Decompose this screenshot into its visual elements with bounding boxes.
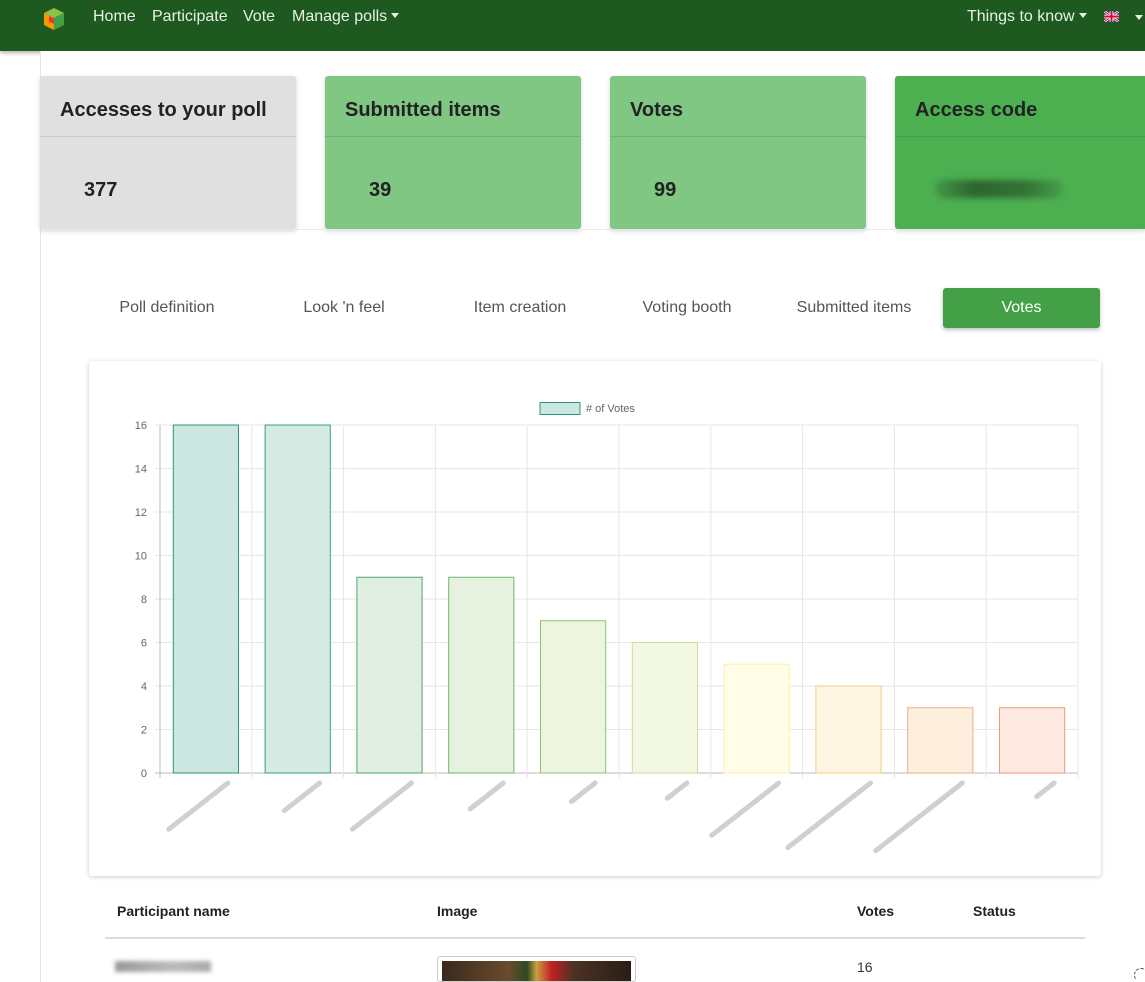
loading-spinner-icon: [1134, 968, 1145, 982]
x-tick-label-redacted: [1034, 780, 1057, 800]
y-tick-label: 2: [141, 725, 147, 737]
y-tick-label: 0: [141, 768, 147, 780]
tab-votes[interactable]: Votes: [943, 288, 1100, 328]
bar-3[interactable]: [356, 576, 423, 774]
chevron-down-icon: [391, 13, 400, 18]
y-tick-label: 6: [141, 638, 147, 650]
uk-flag-icon[interactable]: [1104, 11, 1119, 22]
col-header-votes[interactable]: Votes: [857, 903, 894, 919]
tab-voting-booth[interactable]: Voting booth: [612, 288, 762, 328]
item-image-thumbnail[interactable]: [437, 956, 636, 982]
nav-manage-polls-dropdown[interactable]: Manage polls: [292, 8, 400, 26]
chevron-down-icon: [1078, 13, 1087, 18]
col-header-participant[interactable]: Participant name: [117, 903, 230, 919]
votes-card-value: 99: [654, 179, 677, 201]
item-image: [442, 961, 631, 981]
language-chevron-down-icon[interactable]: [1135, 15, 1143, 20]
access-code-value-redacted: [935, 180, 1063, 198]
nav-home-link[interactable]: Home: [93, 8, 136, 26]
legend-label: # of Votes: [586, 403, 635, 415]
tab-look-n-feel[interactable]: Look 'n feel: [269, 288, 419, 328]
bar-9[interactable]: [907, 707, 974, 774]
y-tick-label: 4: [141, 681, 147, 693]
manage-polls-label: Manage polls: [292, 8, 388, 25]
cube-logo-icon[interactable]: [43, 7, 65, 31]
votes-card: Votes 99: [610, 76, 866, 229]
x-tick-label-redacted: [281, 780, 323, 814]
col-header-status[interactable]: Status: [973, 903, 1016, 919]
y-tick-label: 12: [135, 507, 147, 519]
access-code-card-title: Access code: [895, 76, 1145, 137]
things-to-know-label: Things to know: [967, 8, 1075, 25]
x-tick-label-redacted: [664, 780, 690, 801]
access-code-card: Access code: [895, 76, 1145, 229]
bar-4[interactable]: [448, 576, 515, 774]
x-tick-label-redacted: [785, 780, 873, 851]
row-votes-value: 16: [857, 959, 873, 975]
accesses-card: Accesses to your poll 377: [40, 76, 296, 229]
y-tick-label: 10: [135, 551, 147, 563]
bar-8[interactable]: [815, 685, 882, 774]
table-header-divider: [105, 937, 1085, 939]
x-tick-label-redacted: [873, 780, 965, 854]
bar-6[interactable]: [631, 642, 698, 774]
bar-1[interactable]: [172, 424, 239, 774]
x-tick-label-redacted: [349, 780, 414, 832]
x-tick-label-redacted: [467, 780, 506, 812]
x-tick-label-redacted: [166, 780, 231, 832]
y-tick-label: 8: [141, 594, 147, 606]
submitted-items-card: Submitted items 39: [325, 76, 581, 229]
votes-chart-panel: 0 2 4 6 8 10 12 14 16 # of Votes: [89, 361, 1101, 876]
submitted-items-card-title: Submitted items: [325, 76, 581, 137]
x-tick-label-redacted: [568, 780, 598, 804]
votes-bar-chart: 0 2 4 6 8 10 12 14 16 # of Votes: [135, 402, 1079, 854]
bar-5[interactable]: [540, 620, 607, 774]
nav-participate-link[interactable]: Participate: [152, 8, 228, 26]
nav-things-to-know-dropdown[interactable]: Things to know: [967, 8, 1087, 26]
nav-vote-link[interactable]: Vote: [243, 8, 275, 26]
votes-card-title: Votes: [610, 76, 866, 137]
legend-swatch[interactable]: [539, 402, 581, 415]
y-tick-label: 14: [135, 464, 147, 476]
tab-submitted-items[interactable]: Submitted items: [779, 288, 929, 328]
bar-10[interactable]: [999, 707, 1066, 774]
y-tick-label: 16: [135, 420, 147, 432]
submitted-items-card-value: 39: [369, 179, 392, 201]
bar-2[interactable]: [264, 424, 331, 774]
accesses-card-value: 377: [84, 179, 118, 201]
participant-name-redacted: [115, 961, 211, 972]
x-tick-label-redacted: [709, 780, 782, 838]
cards-divider: [40, 229, 1145, 230]
col-header-image[interactable]: Image: [437, 903, 477, 919]
top-navbar: Home Participate Vote Manage polls Thing…: [0, 0, 1145, 51]
accesses-card-title: Accesses to your poll: [40, 76, 296, 137]
tab-item-creation[interactable]: Item creation: [445, 288, 595, 328]
tab-poll-definition[interactable]: Poll definition: [92, 288, 242, 328]
bar-7[interactable]: [723, 663, 790, 774]
